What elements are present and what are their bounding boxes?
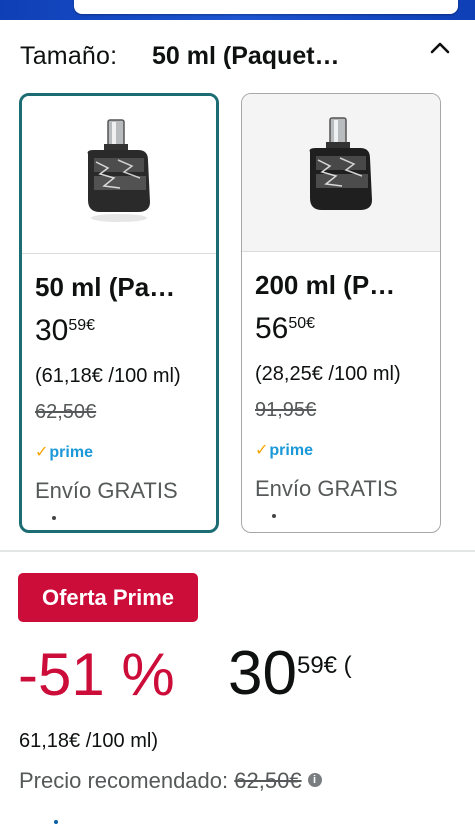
search-bar[interactable] [74,0,458,14]
product-image [242,94,440,252]
prime-badge: ✓prime [35,442,93,462]
section-divider [0,550,475,552]
deal-price-fraction: 59€ ( [296,652,352,679]
unit-price: (61,18€ /100 ml) [35,365,181,387]
shipping-label: Envío GRATIS [35,478,178,503]
price-whole: 56 [255,312,289,345]
option-title: 50 ml (Pa… [35,272,176,302]
size-selector-header[interactable]: Tamaño: 50 ml (Paquet… [20,38,460,78]
prime-badge: ✓prime [255,440,313,460]
product-image [22,96,216,254]
app-header-bar [0,0,475,20]
unit-price: (28,25€ /100 ml) [255,363,401,385]
recommended-price-value: 62,50€ [234,768,302,793]
option-price: 5650€ [255,312,315,346]
size-option-card[interactable]: 50 ml (Pa… 3059€ (61,18€ /100 ml) 62,50€… [19,93,219,533]
prime-label: prime [269,442,313,459]
selected-size-value: 50 ml (Paquet… [152,42,340,70]
list-price: 91,95€ [255,399,317,421]
shipping-label: Envío GRATIS [255,476,398,501]
perfume-bottle-icon [309,117,372,210]
option-price: 3059€ [35,314,95,348]
size-label: Tamaño: [20,42,118,70]
deal-price-whole: 30 [228,639,297,708]
prime-check-icon: ✓ [35,444,49,461]
deal-price: 3059€ ( [228,638,352,709]
option-title: 200 ml (P… [255,270,396,300]
recommended-price-label: Precio recomendado: [19,768,229,793]
size-option-card[interactable]: 200 ml (P… 5650€ (28,25€ /100 ml) 91,95€… [241,93,441,533]
recommended-price-row: Precio recomendado: 62,50€ i [19,768,322,794]
price-fraction: 50€ [288,315,316,332]
info-icon[interactable]: i [307,773,322,788]
prime-label: prime [49,444,93,461]
chevron-up-icon[interactable] [428,38,452,58]
prime-check-icon: ✓ [255,442,269,459]
price-whole: 30 [35,314,69,347]
truncated-text-marker [52,516,56,520]
deal-unit-price: 61,18€ /100 ml) [19,730,158,752]
price-fraction: 59€ [68,317,96,334]
truncated-link[interactable] [30,818,70,824]
perfume-bottle-icon [87,119,150,222]
discount-percentage: -51 % [18,641,175,708]
prime-deal-badge: Oferta Prime [18,573,198,622]
list-price: 62,50€ [35,401,97,423]
truncated-text-marker [272,514,276,518]
